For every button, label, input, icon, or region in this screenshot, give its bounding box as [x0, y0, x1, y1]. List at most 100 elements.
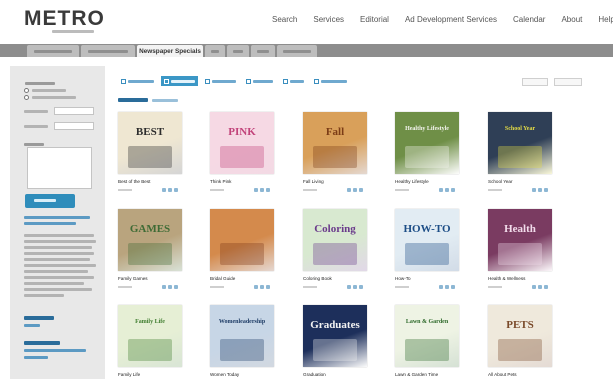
projects-link[interactable] — [24, 324, 40, 327]
product-cover-image[interactable]: PINK — [210, 112, 274, 174]
product-title[interactable]: Women Today — [210, 372, 239, 377]
product-title[interactable]: Fall Living — [303, 179, 324, 184]
download-icon[interactable] — [538, 285, 542, 289]
lightbox-add-icon[interactable] — [532, 285, 536, 289]
product-title[interactable]: All About Pets — [488, 372, 517, 377]
nav-help[interactable]: Help — [598, 15, 613, 24]
product-cover-image[interactable]: GAMES — [118, 209, 182, 271]
product-cover-image[interactable] — [210, 209, 274, 271]
toolbar-button-4[interactable] — [243, 76, 276, 86]
product-cover-image[interactable]: Fall — [303, 112, 367, 174]
themes-listbox[interactable] — [27, 147, 92, 189]
product-title[interactable]: Healthy Lifestyle — [395, 179, 429, 184]
download-icon[interactable] — [445, 188, 449, 192]
product-cover-image[interactable]: School Year — [488, 112, 552, 174]
download-icon[interactable] — [168, 285, 172, 289]
lightbox-add-icon[interactable] — [347, 285, 351, 289]
lightbox-add-icon[interactable] — [254, 188, 258, 192]
filter-select-2[interactable] — [54, 122, 94, 130]
product-cover-image[interactable]: HOW-TO — [395, 209, 459, 271]
product-action-icons — [162, 285, 178, 289]
product-cover-image[interactable]: Graduates — [303, 305, 367, 367]
lightbox-new-link[interactable] — [24, 356, 48, 359]
product-title[interactable]: How-To — [395, 276, 411, 281]
toolbar-button-5[interactable] — [280, 76, 307, 86]
product-action-icons — [347, 188, 363, 192]
search-button[interactable] — [25, 194, 75, 208]
toolbar-button-6[interactable] — [311, 76, 350, 86]
per-page-select[interactable] — [522, 78, 548, 86]
download-icon[interactable] — [353, 285, 357, 289]
lightbox-add-icon[interactable] — [439, 188, 443, 192]
download-icon[interactable] — [445, 285, 449, 289]
product-cover-image[interactable]: Lawn & Garden — [395, 305, 459, 367]
lightbox-add-icon[interactable] — [254, 285, 258, 289]
nav-editorial[interactable]: Editorial — [360, 15, 389, 24]
tab-1[interactable] — [27, 45, 79, 57]
tab-6[interactable] — [251, 45, 275, 57]
lightbox-add-icon[interactable] — [162, 188, 166, 192]
sidebar-link-1[interactable] — [24, 216, 90, 219]
cover-title: PINK — [228, 126, 256, 138]
lightbox-add-icon[interactable] — [162, 285, 166, 289]
info-icon[interactable] — [544, 188, 548, 192]
tab-newspaper-specials[interactable]: Newspaper Specials — [137, 45, 203, 57]
lightbox-add-icon[interactable] — [347, 188, 351, 192]
toolbar-button-active[interactable] — [161, 76, 198, 86]
info-icon[interactable] — [451, 188, 455, 192]
tab-7[interactable] — [277, 45, 317, 57]
nav-search[interactable]: Search — [272, 15, 297, 24]
filter-select-1[interactable] — [54, 107, 94, 115]
product-title[interactable]: Best of the Best — [118, 179, 150, 184]
download-icon[interactable] — [168, 188, 172, 192]
scope-radio-2[interactable] — [24, 95, 29, 100]
product-title[interactable]: Coloring Book — [303, 276, 332, 281]
nav-about[interactable]: About — [561, 15, 582, 24]
sidebar-link-2[interactable] — [24, 222, 76, 225]
download-icon[interactable] — [353, 188, 357, 192]
product-cover-image[interactable]: Health — [488, 209, 552, 271]
product-title[interactable]: Lawn & Garden Time — [395, 372, 438, 377]
product-cover-image[interactable]: Healthy Lifestyle — [395, 112, 459, 174]
tab-5[interactable] — [227, 45, 249, 57]
metro-logo[interactable]: METRO — [24, 7, 105, 31]
product-title[interactable]: Graduation — [303, 372, 326, 377]
product-title[interactable]: Family Life — [118, 372, 140, 377]
product-title[interactable]: Family Games — [118, 276, 148, 281]
info-icon[interactable] — [359, 188, 363, 192]
info-icon[interactable] — [174, 285, 178, 289]
product-title[interactable]: Health & Wellness — [488, 276, 525, 281]
product-title[interactable]: Bridal Guide — [210, 276, 235, 281]
product-title[interactable]: Think Pink — [210, 179, 231, 184]
toolbar-button-3[interactable] — [202, 76, 239, 86]
cover-title: Family Life — [135, 319, 165, 325]
info-icon[interactable] — [266, 188, 270, 192]
product-cover-image[interactable]: PETS — [488, 305, 552, 367]
download-icon[interactable] — [260, 285, 264, 289]
download-icon[interactable] — [260, 188, 264, 192]
scope-radio-1[interactable] — [24, 88, 29, 93]
info-icon[interactable] — [174, 188, 178, 192]
info-icon[interactable] — [451, 285, 455, 289]
info-icon[interactable] — [266, 285, 270, 289]
product-cover-image[interactable]: Family Life — [118, 305, 182, 367]
lightbox-links[interactable] — [24, 349, 86, 352]
product-title[interactable]: School Year — [488, 179, 513, 184]
page-select[interactable] — [554, 78, 582, 86]
toolbar-button-1[interactable] — [118, 76, 157, 86]
product-cover-image[interactable]: BEST — [118, 112, 182, 174]
sidebar-note-7 — [24, 270, 88, 273]
download-icon[interactable] — [538, 188, 542, 192]
nav-services[interactable]: Services — [313, 15, 344, 24]
tab-2[interactable] — [81, 45, 135, 57]
tab-4[interactable] — [205, 45, 225, 57]
nav-ad-development-services[interactable]: Ad Development Services — [405, 15, 497, 24]
info-icon[interactable] — [544, 285, 548, 289]
nav-calendar[interactable]: Calendar — [513, 15, 545, 24]
product-cover-image[interactable]: Womenleadership — [210, 305, 274, 367]
info-icon[interactable] — [359, 285, 363, 289]
product-cover-image[interactable]: Coloring — [303, 209, 367, 271]
lightbox-add-icon[interactable] — [439, 285, 443, 289]
sidebar-note-5 — [24, 258, 90, 261]
lightbox-add-icon[interactable] — [532, 188, 536, 192]
